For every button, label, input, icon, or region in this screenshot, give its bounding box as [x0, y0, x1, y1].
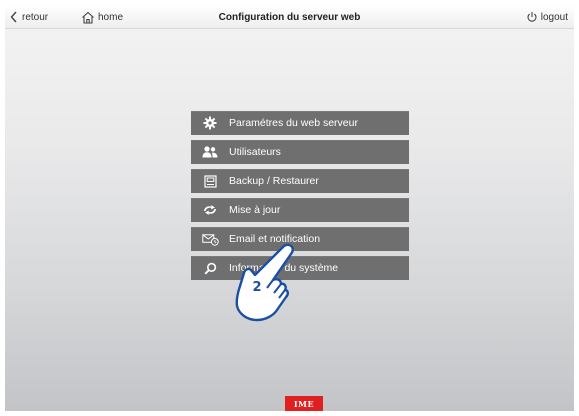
logout-button[interactable]: logout	[526, 5, 568, 29]
update-refresh-icon	[191, 204, 229, 216]
backup-disk-icon	[191, 174, 229, 188]
gear-icon	[191, 116, 229, 130]
chevron-left-icon	[10, 11, 18, 23]
menu-item-email-notification[interactable]: Email et notification	[191, 227, 409, 251]
menu-item-label: Mise à jour	[229, 204, 281, 216]
logout-label: logout	[540, 11, 568, 23]
menu-item-system-information[interactable]: Information du système	[191, 256, 409, 280]
power-icon	[526, 11, 538, 23]
menu-item-label: Backup / Restaurer	[229, 175, 319, 187]
app-window: retour home Configuration du serveur web…	[5, 5, 574, 411]
back-button[interactable]: retour	[10, 5, 48, 29]
screen: retour home Configuration du serveur web…	[0, 0, 579, 416]
users-icon	[191, 146, 229, 158]
brand-logo: IME	[285, 396, 323, 411]
back-label: retour	[22, 11, 49, 23]
menu-item-update[interactable]: Mise à jour	[191, 198, 409, 222]
menu-item-users[interactable]: Utilisateurs	[191, 140, 409, 164]
menu-item-web-server-settings[interactable]: Paramétres du web serveur	[191, 111, 409, 135]
home-icon	[81, 11, 95, 24]
menu-item-label: Paramétres du web serveur	[229, 117, 358, 129]
settings-menu: Paramétres du web serveur Utilisateurs B…	[191, 111, 409, 285]
magnifier-icon	[191, 262, 229, 275]
menu-item-label: Utilisateurs	[229, 146, 281, 158]
step-number: 2	[252, 280, 262, 295]
top-bar: retour home Configuration du serveur web…	[5, 5, 574, 29]
step-callout: 2	[227, 242, 297, 337]
home-label: home	[98, 11, 124, 23]
menu-item-backup-restore[interactable]: Backup / Restaurer	[191, 169, 409, 193]
home-button[interactable]: home	[81, 5, 123, 29]
email-notification-icon	[191, 233, 229, 246]
